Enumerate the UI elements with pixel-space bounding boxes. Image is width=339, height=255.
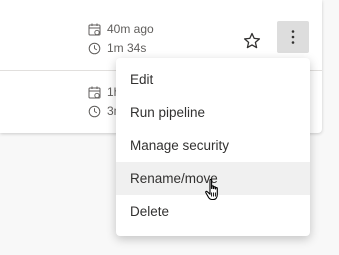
more-vertical-icon <box>291 30 295 44</box>
star-icon <box>243 32 261 49</box>
favorite-star-button[interactable] <box>239 28 265 54</box>
menu-item-edit[interactable]: Edit <box>116 63 310 96</box>
run-duration: 1m 34s <box>88 39 146 57</box>
menu-item-label: Run pipeline <box>130 105 206 120</box>
hand-pointer-icon <box>205 178 218 201</box>
menu-item-label: Delete <box>130 204 170 219</box>
menu-item-manage-security[interactable]: Manage security <box>116 129 310 162</box>
duration-text: 1m 34s <box>107 41 147 55</box>
menu-item-label: Manage security <box>130 138 230 153</box>
menu-item-run-pipeline[interactable]: Run pipeline <box>116 96 310 129</box>
pipeline-context-menu: Edit Run pipeline Manage security Rename… <box>116 58 310 236</box>
clock-icon <box>88 105 101 118</box>
clock-icon <box>88 42 101 55</box>
more-actions-button[interactable] <box>277 21 309 53</box>
last-run-time: 40m ago <box>88 20 154 38</box>
calendar-icon <box>88 86 101 99</box>
calendar-icon <box>88 23 101 36</box>
menu-item-label: Edit <box>130 72 154 87</box>
time-ago-text: 40m ago <box>107 22 154 36</box>
